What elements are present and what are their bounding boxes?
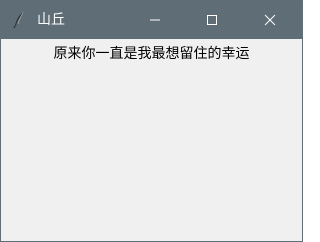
feather-icon <box>9 10 29 30</box>
title-bar[interactable]: 山丘 <box>1 1 302 39</box>
app-window: 山丘 原来你一直是我最想留住的幸运 <box>0 0 303 242</box>
minimize-button[interactable] <box>132 1 178 39</box>
minimize-icon <box>149 11 161 30</box>
window-content: 原来你一直是我最想留住的幸运 <box>1 39 302 241</box>
close-icon <box>264 11 276 30</box>
lyric-label: 原来你一直是我最想留住的幸运 <box>53 46 250 62</box>
maximize-button[interactable] <box>189 1 235 39</box>
maximize-icon <box>206 11 218 30</box>
close-button[interactable] <box>247 1 293 39</box>
window-title: 山丘 <box>37 12 65 28</box>
